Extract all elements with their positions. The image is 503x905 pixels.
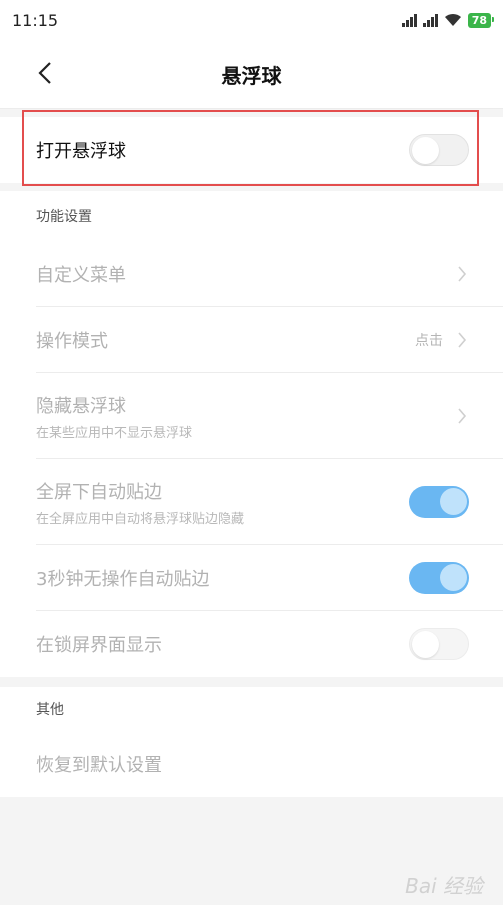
status-icons: 78 — [401, 12, 495, 28]
page-title: 悬浮球 — [221, 63, 282, 88]
row-label: 3秒钟无操作自动贴边 — [36, 569, 210, 590]
row-label: 在锁屏界面显示 — [36, 635, 162, 656]
section-header-function: 功能设置 — [0, 191, 503, 241]
row-label: 恢复到默认设置 — [36, 755, 162, 776]
row-label: 全屏下自动贴边 — [36, 481, 162, 503]
watermark: Bai 经验 — [405, 874, 483, 898]
row-label: 操作模式 — [36, 331, 108, 352]
row-idle-auto-edge[interactable]: 3秒钟无操作自动贴边 — [0, 545, 503, 611]
other-settings-group: 恢复到默认设置 — [0, 731, 503, 797]
floating-ball-main-row[interactable]: 打开悬浮球 — [0, 110, 503, 186]
row-label: 自定义菜单 — [36, 265, 126, 286]
row-value: 点击 — [415, 333, 443, 349]
status-time: 11:15 — [12, 10, 59, 30]
toggle-knob — [412, 137, 439, 164]
row-label: 隐藏悬浮球 — [36, 395, 126, 417]
chevron-right-icon — [457, 407, 469, 425]
row-custom-menu[interactable]: 自定义菜单 — [0, 241, 503, 307]
toggle-knob — [440, 564, 467, 591]
toggle-knob — [440, 488, 467, 515]
cell-signal-icon-2 — [422, 13, 438, 27]
chevron-right-icon — [457, 331, 469, 349]
row-hide-ball[interactable]: 隐藏悬浮球 在某些应用中不显示悬浮球 — [0, 373, 503, 459]
row-sublabel: 在某些应用中不显示悬浮球 — [36, 425, 193, 441]
chevron-right-icon — [457, 265, 469, 283]
section-header-other: 其他 — [0, 687, 503, 731]
row-lockscreen-show[interactable]: 在锁屏界面显示 — [0, 611, 503, 677]
lockscreen-toggle[interactable] — [409, 628, 469, 660]
idle-edge-toggle[interactable] — [409, 562, 469, 594]
main-toggle-label: 打开悬浮球 — [36, 141, 126, 162]
row-operation-mode[interactable]: 操作模式 点击 — [0, 307, 503, 373]
fullscreen-edge-toggle[interactable] — [409, 486, 469, 518]
row-fullscreen-auto-edge[interactable]: 全屏下自动贴边 在全屏应用中自动将悬浮球贴边隐藏 — [0, 459, 503, 545]
back-button[interactable] — [30, 58, 60, 88]
row-restore-defaults[interactable]: 恢复到默认设置 — [0, 731, 503, 797]
wifi-icon — [444, 13, 461, 26]
function-settings-group: 自定义菜单 操作模式 点击 隐藏悬浮球 在某些应用中不显示悬浮球 全屏下自动贴边 — [0, 241, 503, 677]
cell-signal-icon — [401, 13, 417, 27]
status-bar: 11:15 78 — [0, 0, 503, 40]
chevron-left-icon — [38, 62, 51, 84]
battery-icon: 78 — [467, 12, 495, 28]
row-sublabel: 在全屏应用中自动将悬浮球贴边隐藏 — [36, 511, 245, 527]
title-bar: 悬浮球 — [0, 40, 503, 109]
main-toggle-switch[interactable] — [409, 134, 469, 166]
toggle-knob — [412, 631, 439, 658]
